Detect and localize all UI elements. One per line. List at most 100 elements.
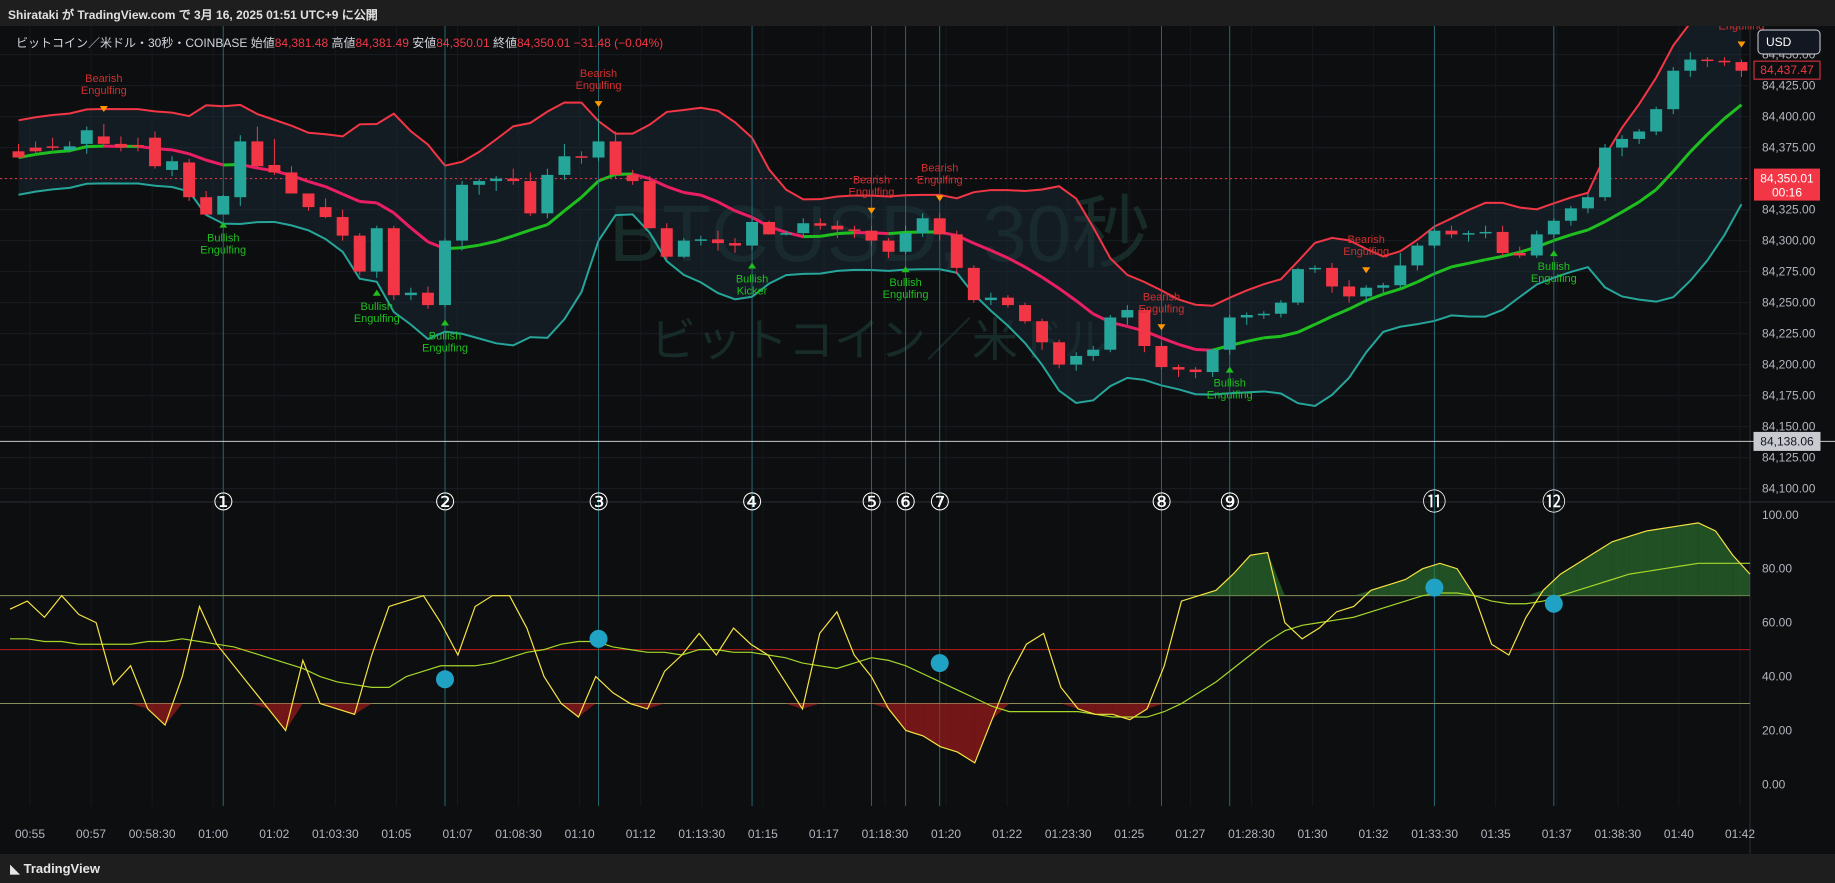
price-tick-label: 84,125.00 [1762,451,1816,465]
candle-body [1001,297,1014,306]
price-tick-label: 84,250.00 [1762,296,1816,310]
time-tick-label: 01:07 [442,827,472,841]
time-tick-label: 01:18:30 [862,827,909,841]
chart-area[interactable]: 00:55 00:57 00:58:30 01:00 01:02 01:03:30 01:0… [0,1,1835,854]
candle-body [387,228,400,296]
candle-body [63,146,76,151]
time-tick-label: 01:13:30 [678,827,725,841]
bullish-signal-label: Bullish [1538,261,1570,273]
time-tick-label: 01:27 [1175,827,1205,841]
price-tick-label: 84,300.00 [1762,234,1816,248]
marker-number: ③ [588,489,610,516]
rsi-overbought-fill [1250,552,1268,596]
rsi-tick-label: 0.00 [1762,777,1786,791]
candle-body [268,164,281,173]
candle-body [251,141,264,167]
candle-body [1479,231,1492,234]
rsi-line [9,522,1751,764]
candle-body [660,228,673,257]
candle-body [1036,321,1049,343]
candle-body [1633,131,1646,139]
candle-body [1513,253,1526,256]
rsi-tick-label: 80.00 [1762,562,1792,576]
close-label: 終値 [492,36,517,50]
currency-button[interactable]: USD [1766,35,1792,49]
candle-body [1070,355,1083,365]
marker-number: ⑦ [929,489,951,516]
time-tick-label: 00:57 [76,827,106,841]
candle-body [899,233,912,252]
candle-body [848,229,861,231]
candle-body [729,243,741,246]
open-value: 84,381.48 [274,36,329,50]
candle-body [1547,220,1560,235]
rsi-overbought-fill [1594,541,1613,596]
time-tick-label: 01:32 [1359,827,1389,841]
candle-body [711,239,724,244]
marker-number: ⑫ [1542,489,1566,516]
candle-body [780,233,793,235]
candle-body [524,181,537,214]
candle-body [319,207,332,218]
tradingview-logo[interactable]: ◣ TradingView [10,861,100,877]
bullish-signal-label: Bullish [207,233,239,245]
bullish-signal-label: Engulfing [1531,273,1577,285]
candle-body [1206,349,1219,373]
rsi-oversold-fill [285,703,303,731]
countdown-tag: 00:16 [1772,186,1802,200]
rsi-oversold-fill [923,703,941,747]
bearish-signal-label: Engulfing [849,187,895,199]
candle-body [217,195,230,215]
time-tick-label: 01:10 [565,827,595,841]
marker-number: ⑪ [1422,489,1446,516]
bullish-signal-label: Engulfing [1207,390,1253,402]
candle-body [1445,230,1458,235]
time-tick-label: 01:12 [626,827,656,841]
candle-body [80,130,93,144]
candle-body [421,292,434,306]
candle-body [677,240,690,257]
rsi-oversold-fill [802,703,820,709]
candle-body [12,151,25,158]
symbol-header: ビットコイン／米ドル・30秒・COINBASE 始値84,381.48 高値84… [16,34,663,51]
marker-number: ⑤ [861,489,883,516]
candle-body [1104,317,1117,350]
candle-body [439,240,451,306]
time-tick-label: 01:15 [748,827,778,841]
candle-body [1530,234,1543,256]
candle-body [541,174,554,214]
candle-body [1257,313,1270,316]
price-tick-label: 84,425.00 [1762,79,1816,93]
price-tick-label: 84,200.00 [1762,358,1816,372]
candle-body [456,184,469,241]
marker-number: ⑥ [895,489,917,516]
bearish-signal-label: Engulfing [1139,303,1185,315]
candle-body [507,178,520,182]
candle-body [1189,369,1202,373]
basis-line-segment [1263,334,1282,340]
chart-svg[interactable]: 00:55 00:57 00:58:30 01:00 01:02 01:03:30 01:0… [0,1,1835,854]
rsi-overbought-fill [1612,536,1630,596]
marker-number: ④ [741,489,763,516]
rsi-tick-label: 100.00 [1762,508,1799,522]
hline-price-tag: 84,138.06 [1760,434,1814,448]
price-tick-label: 84,275.00 [1762,265,1816,279]
rsi-cross-dot [1425,578,1444,597]
time-tick-label: 01:33:30 [1411,827,1458,841]
candle-body [1172,367,1185,370]
basis-line-segment [52,149,70,154]
time-tick-label: 01:35 [1481,827,1511,841]
time-tick-label: 01:20 [931,827,961,841]
time-tick-label: 00:55 [15,827,45,841]
candle-body [1155,346,1168,368]
candle-body [984,297,997,301]
bullish-arrow [372,289,381,296]
high-value: 84,381.49 [355,36,409,50]
candle-body [370,228,383,272]
candle-body [183,162,196,198]
candle-body [1019,305,1031,322]
candle-body [746,222,759,246]
time-tick-label: 01:08:30 [495,827,542,841]
marker-number: ⑧ [1151,489,1173,516]
close-value: 84,350.01 [516,36,571,50]
